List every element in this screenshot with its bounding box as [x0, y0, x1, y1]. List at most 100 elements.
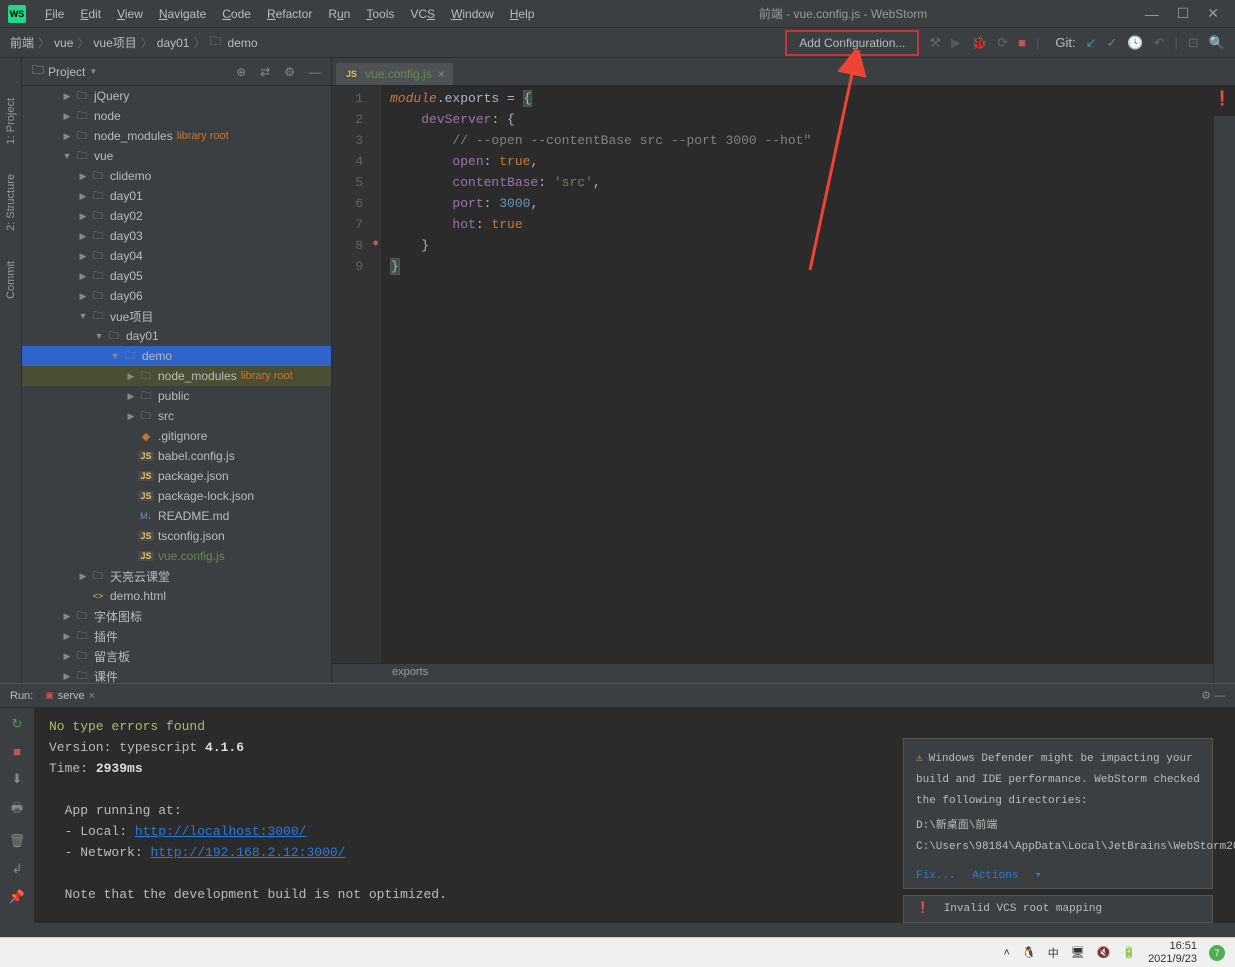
expand-icon[interactable]: ⇄	[260, 65, 270, 79]
tree-item[interactable]: ▶🗀day06	[22, 286, 331, 306]
git-commit-icon[interactable]: ✓	[1107, 35, 1118, 51]
tray-battery-icon[interactable]: 🔋	[1122, 946, 1136, 959]
trash-icon[interactable]: 🗑	[9, 833, 26, 849]
tray-up-icon[interactable]: ˄	[1004, 947, 1010, 959]
tree-item[interactable]: ▼🗀day01	[22, 326, 331, 346]
close-tab-icon[interactable]: ×	[438, 67, 445, 81]
tree-item[interactable]: JStsconfig.json	[22, 526, 331, 546]
tree-item[interactable]: ▶🗀node_moduleslibrary root	[22, 126, 331, 146]
project-panel-title[interactable]: 🗀 Project ▼	[32, 61, 97, 82]
pin-icon[interactable]: 📌	[9, 889, 25, 905]
error-marker-icon[interactable]: ●	[372, 234, 379, 255]
down-icon[interactable]: ⬇	[12, 771, 23, 787]
menu-code[interactable]: Code	[215, 4, 258, 24]
tree-item[interactable]: JSvue.config.js	[22, 546, 331, 566]
stop-icon[interactable]: ■	[1018, 35, 1026, 50]
menu-refactor[interactable]: Refactor	[260, 4, 319, 24]
menu-tools[interactable]: Tools	[359, 4, 401, 24]
local-url-link[interactable]: http://localhost:3000/	[135, 824, 307, 839]
run-output[interactable]: No type errors found Version: typescript…	[35, 708, 1235, 923]
menu-navigate[interactable]: Navigate	[152, 4, 213, 24]
locate-icon[interactable]: ⊕	[236, 65, 246, 79]
tree-item[interactable]: JSbabel.config.js	[22, 446, 331, 466]
stop-run-icon[interactable]: ■	[13, 744, 21, 759]
minimize-button[interactable]: —	[1145, 6, 1159, 22]
tray-volume-icon[interactable]: 🔇	[1097, 946, 1111, 959]
network-url-link[interactable]: http://192.168.2.12:3000/	[150, 845, 345, 860]
hide-icon[interactable]: —	[309, 65, 321, 79]
actions-dropdown[interactable]: Actions ▾	[972, 870, 1041, 882]
coverage-icon[interactable]: ⟳	[997, 35, 1008, 51]
rail-commit[interactable]: Commit	[5, 261, 17, 299]
tree-item[interactable]: ▼🗀demo	[22, 346, 331, 366]
tray-lang[interactable]: 中	[1048, 945, 1059, 961]
rail-structure[interactable]: 2: Structure	[5, 174, 17, 231]
tree-item[interactable]: ▶🗀天亮云课堂	[22, 566, 331, 586]
wrap-icon[interactable]: ↲	[12, 861, 23, 877]
git-update-icon[interactable]: ↙	[1086, 35, 1097, 51]
tree-item[interactable]: ▶🗀留言板	[22, 646, 331, 666]
menu-window[interactable]: Window	[444, 4, 501, 24]
tray-qq-icon[interactable]: 🐧	[1022, 946, 1036, 959]
crumb-4[interactable]: demo	[228, 36, 258, 50]
tree-item[interactable]: ▶🗀day01	[22, 186, 331, 206]
vcs-error-notification[interactable]: ❗ Invalid VCS root mapping	[903, 895, 1213, 923]
tree-item[interactable]: ▶🗀public	[22, 386, 331, 406]
find-icon[interactable]: 🔍	[1209, 35, 1225, 51]
tree-item[interactable]: ▶🗀jQuery	[22, 86, 331, 106]
code-content[interactable]: module.exports = { devServer: { // --ope…	[382, 86, 1235, 663]
maximize-button[interactable]: ☐	[1177, 5, 1190, 22]
tray-clock[interactable]: 16:512021/9/23	[1148, 940, 1197, 966]
search-icon[interactable]: ⊡	[1188, 35, 1199, 51]
run-icon[interactable]: ▶	[951, 35, 961, 51]
menu-help[interactable]: Help	[503, 4, 542, 24]
tree-item[interactable]: ◆.gitignore	[22, 426, 331, 446]
crumb-0[interactable]: 前端	[10, 34, 34, 51]
project-tree[interactable]: ▶🗀jQuery▶🗀node▶🗀node_moduleslibrary root…	[22, 86, 331, 683]
hammer-icon[interactable]: ⚒	[929, 35, 941, 51]
tray-notification-icon[interactable]: 7	[1209, 945, 1225, 961]
print-icon[interactable]: 🖶	[11, 799, 23, 821]
menu-view[interactable]: View	[110, 4, 150, 24]
tree-item[interactable]: ▶🗀node_moduleslibrary root	[22, 366, 331, 386]
tree-item[interactable]: ▼🗀vue	[22, 146, 331, 166]
run-settings-icon[interactable]: ⚙ —	[1201, 689, 1225, 702]
tree-item[interactable]: ▶🗀插件	[22, 626, 331, 646]
tree-item[interactable]: ▶🗀字体图标	[22, 606, 331, 626]
close-button[interactable]: ✕	[1207, 5, 1219, 22]
menu-vcs[interactable]: VCS	[403, 4, 442, 24]
run-tab-serve[interactable]: ▣ serve ×	[45, 690, 95, 702]
crumb-2[interactable]: vue项目	[93, 34, 136, 51]
tree-item[interactable]: ▶🗀node	[22, 106, 331, 126]
menu-run[interactable]: Run	[321, 4, 357, 24]
crumb-3[interactable]: day01	[157, 36, 190, 50]
tab-vue-config[interactable]: JS vue.config.js ×	[336, 63, 453, 85]
crumb-1[interactable]: vue	[54, 36, 73, 50]
rerun-icon[interactable]: ↻	[12, 716, 23, 732]
git-rollback-icon[interactable]: ↶	[1154, 35, 1165, 51]
tree-item[interactable]: ▶🗀clidemo	[22, 166, 331, 186]
tree-item[interactable]: ▶🗀课件	[22, 666, 331, 683]
debug-icon[interactable]: 🐞	[971, 35, 987, 51]
error-indicator-icon[interactable]: ❗	[1214, 90, 1231, 111]
tree-item[interactable]: <>demo.html	[22, 586, 331, 606]
tree-item[interactable]: ▶🗀day05	[22, 266, 331, 286]
tree-item[interactable]: JSpackage-lock.json	[22, 486, 331, 506]
tree-item[interactable]: ▼🗀vue项目	[22, 306, 331, 326]
menu-edit[interactable]: Edit	[73, 4, 108, 24]
gear-icon[interactable]: ⚙	[284, 65, 295, 79]
tray-monitor-icon[interactable]: 🖥	[1071, 946, 1085, 959]
tree-item[interactable]: ▶🗀src	[22, 406, 331, 426]
git-history-icon[interactable]: 🕓	[1127, 35, 1143, 51]
editor-breadcrumb[interactable]: exports	[332, 663, 1235, 683]
fix-link[interactable]: Fix...	[916, 870, 956, 882]
tree-item[interactable]: JSpackage.json	[22, 466, 331, 486]
tree-item[interactable]: ▶🗀day03	[22, 226, 331, 246]
add-configuration-button[interactable]: Add Configuration...	[785, 30, 919, 56]
tree-item[interactable]: ▶🗀day02	[22, 206, 331, 226]
tree-item[interactable]: ▶🗀day04	[22, 246, 331, 266]
menu-file[interactable]: File	[38, 4, 71, 24]
code-editor[interactable]: 123 456 789 ● module.exports = { devServ…	[332, 86, 1235, 663]
rail-project[interactable]: 1: Project	[5, 98, 17, 144]
tree-item[interactable]: M↓README.md	[22, 506, 331, 526]
